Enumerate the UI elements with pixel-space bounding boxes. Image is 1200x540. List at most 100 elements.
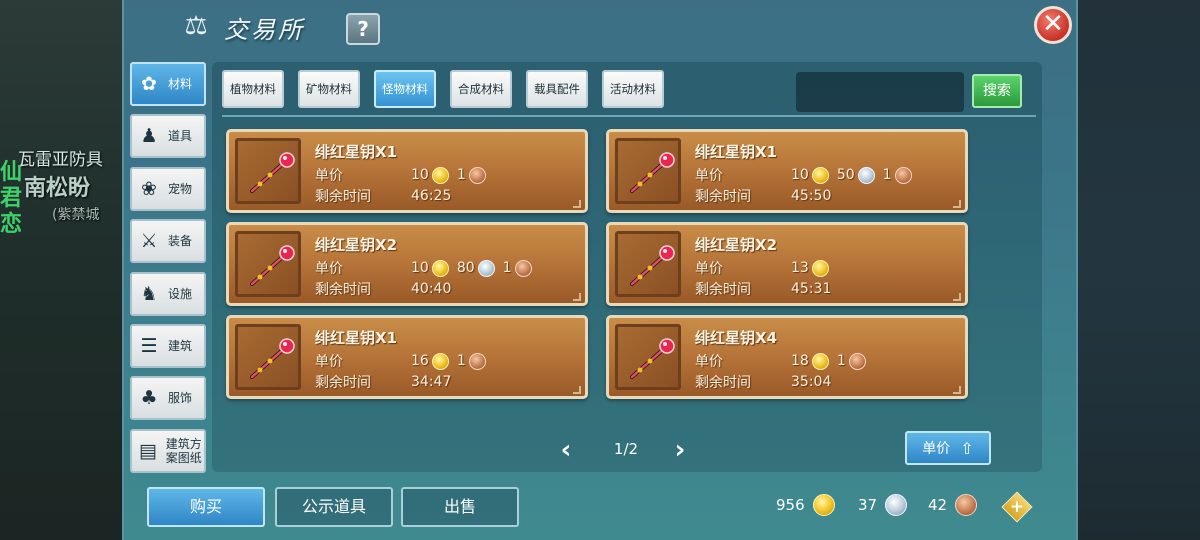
price-label: 单价	[315, 354, 343, 370]
sidebar-item-label: 宠物	[168, 181, 193, 196]
price-copper: 1	[456, 167, 466, 183]
tab-divider	[222, 115, 1036, 117]
tab-1[interactable]: 矿物材料	[298, 70, 360, 108]
item-icon-frame	[615, 138, 681, 204]
sidebar-item-5[interactable]: ☰ 建筑	[130, 323, 206, 368]
copper-coin-icon	[848, 352, 866, 370]
search-button[interactable]: 搜索	[972, 74, 1022, 108]
listing-card[interactable]: 绯红星钥X1 单价 16 1 剩余时间 34:47	[226, 315, 588, 399]
item-icon-frame	[235, 231, 301, 297]
sidebar-item-2[interactable]: ❀ 宠物	[130, 166, 206, 211]
npc-name-line1: 瓦雷亚防具	[18, 150, 103, 170]
search-input[interactable]	[796, 72, 964, 112]
scales-icon: ⚖	[184, 11, 208, 41]
price-gold: 16	[411, 353, 429, 369]
close-button[interactable]: ✕	[1034, 6, 1072, 44]
item-icon-frame	[235, 324, 301, 390]
time-remaining: 46:25	[411, 188, 452, 204]
sidebar-item-1[interactable]: ♟ 道具	[130, 114, 206, 159]
price-label: 单价	[315, 261, 343, 277]
time-label: 剩余时间	[315, 189, 371, 205]
corner-mark-icon	[573, 200, 581, 208]
copper-coin-icon	[514, 259, 532, 277]
sell-button[interactable]: 出售	[401, 487, 519, 527]
listing-card[interactable]: 绯红星钥X1 单价 10 50 1 剩余时间 45:50	[606, 129, 968, 213]
wallet-silver-amount: 37	[858, 496, 878, 514]
listing-card[interactable]: 绯红星钥X1 单价 10 1 剩余时间 46:25	[226, 129, 588, 213]
corner-mark-icon	[573, 293, 581, 301]
price-gold: 10	[411, 167, 429, 183]
sidebar-item-0[interactable]: ✿ 材料	[130, 62, 206, 106]
tab-4[interactable]: 载具配件	[526, 70, 588, 108]
gold-coin-icon	[431, 352, 449, 370]
listing-card[interactable]: 绯红星钥X4 单价 18 1 剩余时间 35:04	[606, 315, 968, 399]
time-row: 剩余时间 40:40	[315, 279, 451, 299]
sidebar-item-7[interactable]: ▤ 建筑方案图纸	[130, 428, 206, 473]
npc-name-line3: (紫禁城	[52, 207, 100, 223]
item-icon-frame	[615, 231, 681, 297]
sidebar-item-label: 装备	[168, 234, 193, 249]
item-name: 绯红星钥X1	[695, 143, 778, 161]
time-row: 剩余时间 35:04	[695, 372, 831, 392]
corner-mark-icon	[953, 293, 961, 301]
chevron-left-icon[interactable]: ‹	[556, 436, 576, 464]
blueprint-icon: ▤	[138, 439, 157, 462]
bell-icon: ♟	[140, 125, 158, 148]
game-background-right	[1076, 0, 1200, 540]
npc-name-line2: 南松盼	[24, 176, 91, 201]
price-label: 单价	[695, 261, 723, 277]
time-label: 剩余时间	[695, 375, 751, 391]
paw-cluster-icon: ✿	[141, 73, 157, 95]
pet-paw-icon: ❀	[141, 177, 157, 200]
silver-coin-icon	[885, 494, 908, 516]
listing-card[interactable]: 绯红星钥X2 单价 10 80 1 剩余时间 40:40	[226, 222, 588, 306]
price-silver: 50	[836, 167, 855, 183]
gold-coin-icon	[811, 352, 829, 370]
time-row: 剩余时间 46:25	[315, 186, 451, 206]
gold-coin-icon	[431, 259, 449, 277]
price-gold: 18	[791, 353, 809, 369]
chevron-right-icon[interactable]: ›	[670, 436, 690, 464]
price-row: 单价 10 1	[315, 165, 494, 185]
sidebar-item-4[interactable]: ♞ 设施	[130, 271, 206, 316]
corner-mark-icon	[953, 200, 961, 208]
gold-coin-icon	[811, 259, 829, 277]
time-label: 剩余时间	[315, 375, 371, 391]
time-remaining: 45:50	[791, 188, 832, 204]
corner-mark-icon	[953, 386, 961, 394]
time-remaining: 45:31	[791, 281, 832, 297]
sidebar-item-6[interactable]: ♣ 服饰	[130, 376, 206, 421]
price-row: 单价 13	[695, 258, 837, 278]
buy-button[interactable]: 购买	[147, 487, 265, 527]
time-remaining: 34:47	[411, 374, 452, 390]
building-icon: ☰	[140, 334, 158, 357]
tab-0[interactable]: 植物材料	[222, 70, 284, 108]
sidebar-item-label: 设施	[168, 286, 193, 301]
tab-5[interactable]: 活动材料	[602, 70, 664, 108]
copper-coin-icon	[955, 494, 978, 516]
price-gold: 13	[791, 260, 809, 276]
time-label: 剩余时间	[315, 282, 371, 298]
price-copper: 1	[456, 353, 466, 369]
time-row: 剩余时间 45:31	[695, 279, 831, 299]
public-items-button[interactable]: 公示道具	[275, 487, 393, 527]
price-label: 单价	[695, 168, 723, 184]
category-sidebar: ✿ 材料 ♟ 道具 ❀ 宠物 ⚔ 装备 ♞ 设施 ☰ 建筑 ♣ 服饰 ▤ 建筑方案图纸	[130, 62, 206, 481]
sort-label: 单价	[922, 441, 951, 457]
clothing-icon: ♣	[140, 387, 158, 410]
sidebar-item-3[interactable]: ⚔ 装备	[130, 219, 206, 264]
background-side-text: 仙君恋	[0, 160, 23, 237]
time-remaining: 35:04	[791, 374, 832, 390]
time-label: 剩余时间	[695, 282, 751, 298]
tab-2[interactable]: 怪物材料	[374, 70, 436, 108]
tab-3[interactable]: 合成材料	[450, 70, 512, 108]
listing-card[interactable]: 绯红星钥X2 单价 13 剩余时间 45:31	[606, 222, 968, 306]
item-name: 绯红星钥X1	[315, 329, 398, 347]
price-gold: 10	[791, 167, 809, 183]
time-label: 剩余时间	[695, 189, 751, 205]
sort-by-price-button[interactable]: 单价 ⇧	[905, 431, 991, 465]
wallet-gold: 956	[776, 494, 843, 516]
sidebar-item-label: 道具	[168, 129, 193, 144]
help-button[interactable]: ?	[346, 13, 380, 45]
subcategory-tabs: 植物材料 矿物材料 怪物材料 合成材料 载具配件 活动材料	[222, 70, 678, 108]
